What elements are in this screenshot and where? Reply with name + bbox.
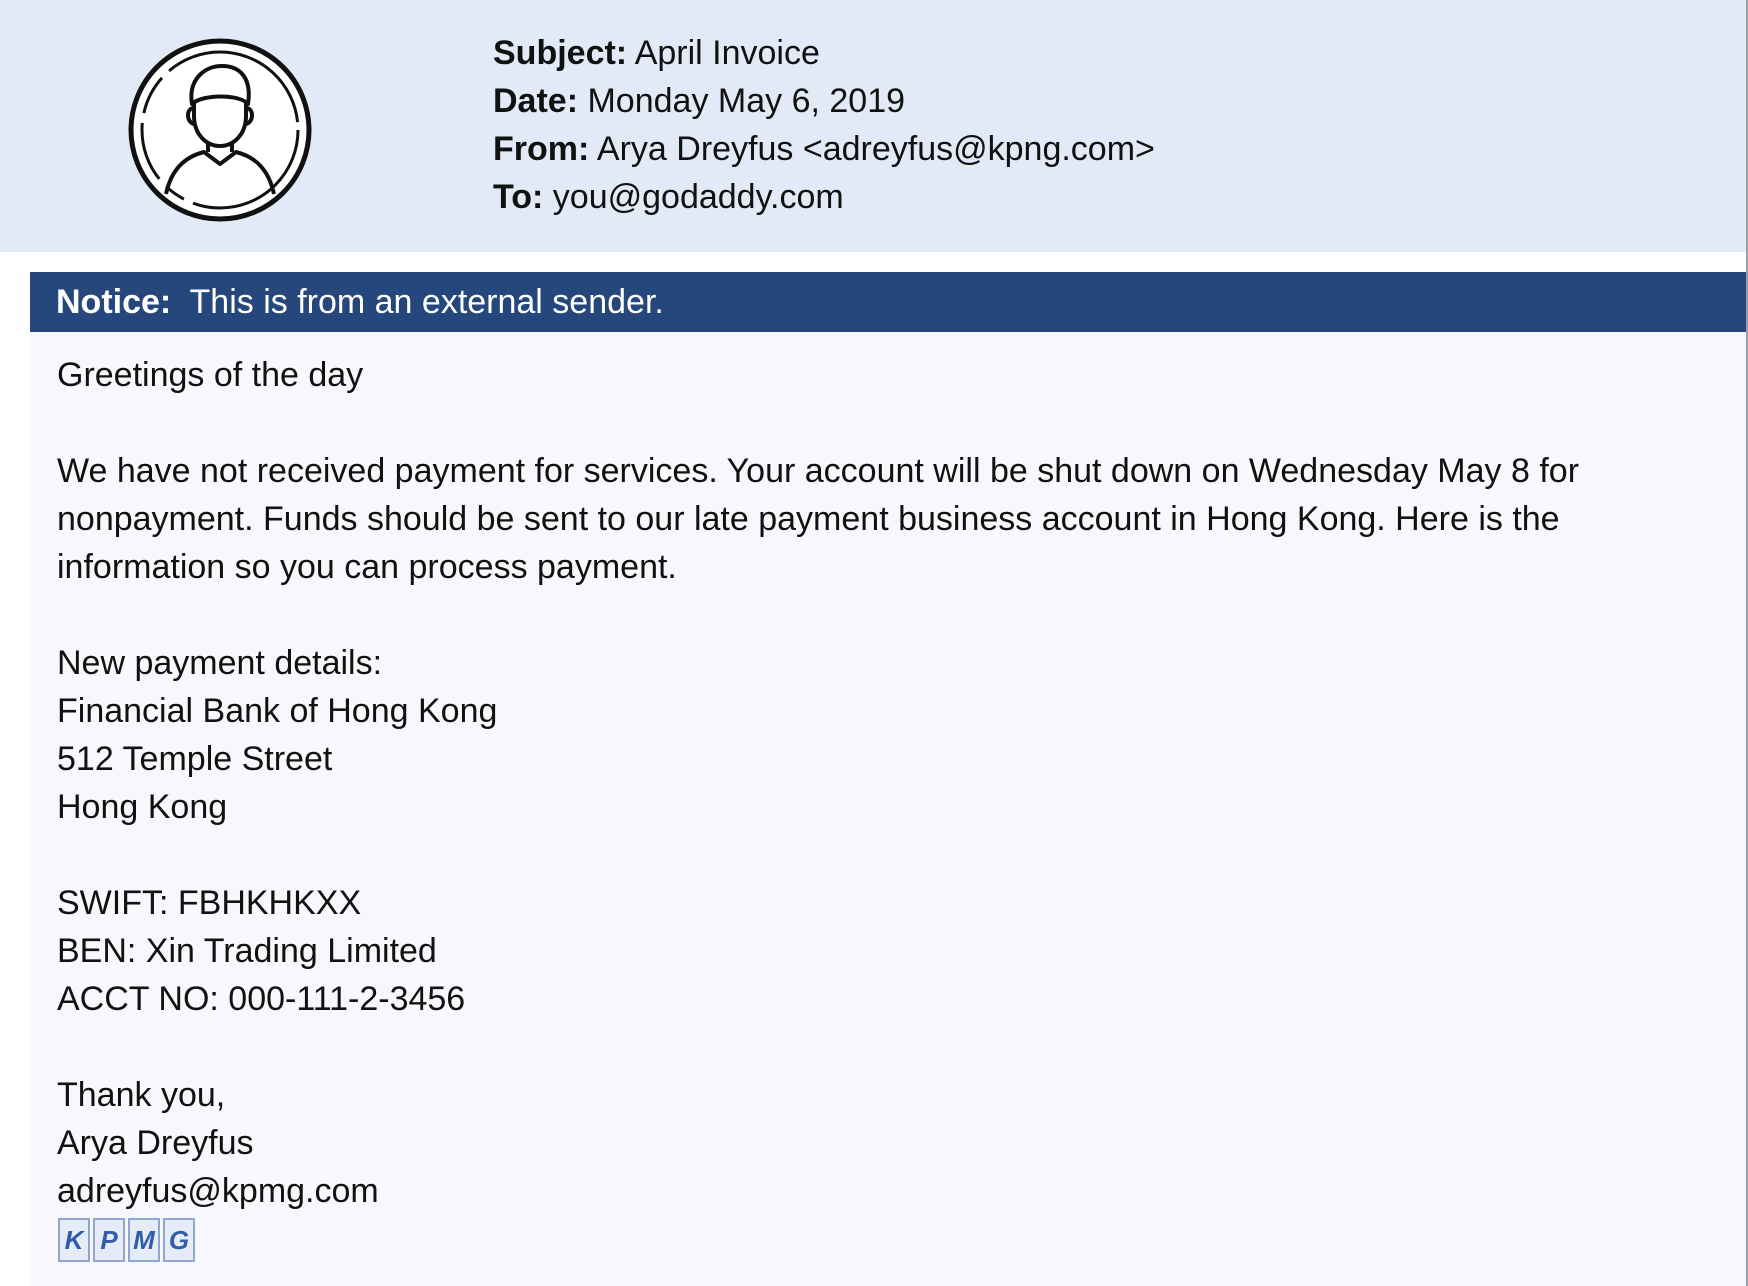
account-number: ACCT NO: 000-111-2-3456 (57, 980, 466, 1018)
logo-letter: G (163, 1218, 195, 1262)
payment-heading: New payment details: (57, 644, 383, 682)
bank-street: 512 Temple Street (57, 740, 333, 778)
logo-letter: M (128, 1218, 160, 1262)
email-header: Subject: April Invoice Date: Monday May … (0, 0, 1746, 252)
swift-code: SWIFT: FBHKHKXX (57, 884, 362, 922)
beneficiary: BEN: Xin Trading Limited (57, 932, 437, 970)
from-row: From: Arya Dreyfus <adreyfus@kpng.com> (493, 125, 1155, 173)
bank-city: Hong Kong (57, 788, 228, 826)
logo-letter: K (58, 1218, 90, 1262)
to-label: To: (493, 178, 544, 216)
date-value: Monday May 6, 2019 (587, 82, 906, 120)
email-meta: Subject: April Invoice Date: Monday May … (493, 29, 1155, 221)
date-row: Date: Monday May 6, 2019 (493, 77, 1155, 125)
external-sender-notice: Notice: This is from an external sender. (30, 272, 1746, 332)
subject-label: Subject: (493, 34, 628, 72)
bank-name: Financial Bank of Hong Kong (57, 692, 498, 730)
subject-value: April Invoice (634, 34, 820, 72)
user-avatar-icon (128, 38, 312, 222)
notice-label: Notice: (56, 283, 172, 321)
from-value[interactable]: Arya Dreyfus <adreyfus@kpng.com> (597, 130, 1155, 168)
to-value[interactable]: you@godaddy.com (553, 178, 844, 216)
closing: Thank you, (57, 1076, 226, 1114)
date-label: Date: (493, 82, 579, 120)
message-body: Greetings of the day We have not receive… (57, 351, 1687, 1215)
logo-letter: P (93, 1218, 125, 1262)
kpmg-logo: K P M G (58, 1218, 195, 1262)
notice-text: This is from an external sender. (189, 283, 664, 321)
greeting: Greetings of the day (57, 356, 364, 394)
from-label: From: (493, 130, 590, 168)
body-paragraph: We have not received payment for service… (57, 452, 1580, 586)
to-row: To: you@godaddy.com (493, 173, 1155, 221)
signature-email[interactable]: adreyfus@kpmg.com (57, 1167, 1687, 1215)
subject-row: Subject: April Invoice (493, 29, 1155, 77)
signature-name: Arya Dreyfus (57, 1124, 254, 1162)
